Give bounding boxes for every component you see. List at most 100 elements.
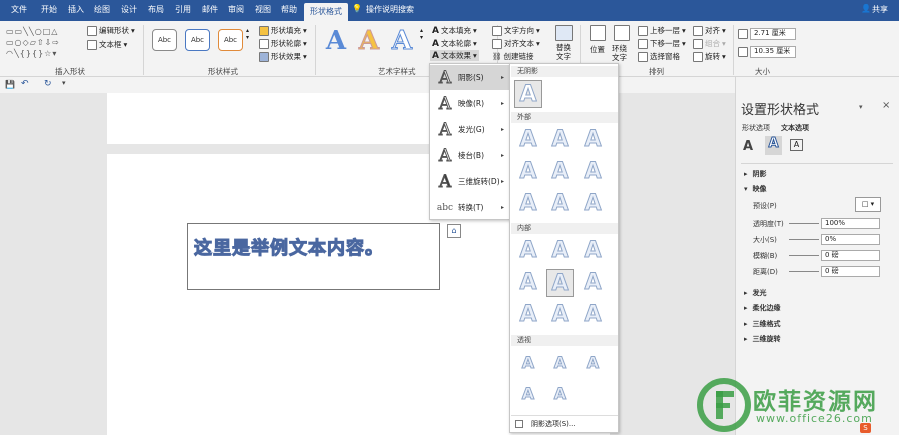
shape-style-2[interactable]: Abc — [185, 29, 210, 51]
section-reflection[interactable]: ▾ 映像 — [744, 184, 767, 194]
wordart-style-2[interactable]: A — [355, 26, 383, 57]
menu-item-3d-rotation[interactable]: A 三维旋转(D) ▸ — [430, 169, 509, 194]
redo-icon[interactable]: ↻ — [44, 79, 52, 89]
layout-options-icon[interactable]: ⌂ — [447, 224, 461, 238]
shadow-outer-option[interactable]: A — [514, 158, 542, 186]
tab-review[interactable]: 审阅 — [228, 4, 244, 15]
position-button[interactable]: 位置 — [590, 44, 605, 55]
rotate-button[interactable]: 旋转 ▾ — [693, 51, 726, 62]
group-button[interactable]: 组合 ▾ — [693, 38, 726, 49]
text-effects-icon[interactable]: A — [765, 136, 782, 155]
shadow-outer-option[interactable]: A — [546, 158, 574, 186]
tell-me-search[interactable]: 操作说明搜索 — [366, 4, 414, 15]
shadow-outer-option[interactable]: A — [546, 190, 574, 218]
shadow-inner-option[interactable]: A — [579, 237, 607, 265]
wordart-style-3[interactable]: A — [388, 26, 416, 57]
shape-style-3[interactable]: Abc — [218, 29, 243, 51]
tab-help[interactable]: 帮助 — [281, 4, 297, 15]
shadow-outer-option[interactable]: A — [546, 126, 574, 154]
text-direction-button[interactable]: 文字方向 ▾ — [492, 25, 540, 36]
share-button[interactable]: 共享 — [872, 4, 888, 15]
size-slider[interactable] — [789, 239, 819, 240]
size-input[interactable]: 0% — [821, 234, 880, 245]
edit-shape-button[interactable]: 编辑形状 ▾ — [87, 25, 135, 36]
shadow-inner-option[interactable]: A — [546, 301, 574, 329]
create-link-button[interactable]: ⛓ 创建链接 — [492, 51, 534, 62]
shadow-inner-option[interactable]: A — [514, 301, 542, 329]
shadow-perspective-option[interactable]: A — [514, 349, 542, 377]
tab-insert[interactable]: 插入 — [68, 4, 84, 15]
section-3d-format[interactable]: ▸ 三维格式 — [744, 319, 781, 329]
tab-design[interactable]: 设计 — [121, 4, 137, 15]
undo-icon[interactable]: ↶ — [21, 79, 29, 89]
ime-icon[interactable]: S — [860, 423, 871, 433]
alt-text-button[interactable]: 替换文字 — [556, 43, 574, 61]
shadow-outer-option[interactable]: A — [579, 158, 607, 186]
text-fill-outline-icon[interactable]: A — [743, 139, 753, 154]
menu-item-transform[interactable]: abc 转换(T) ▸ — [430, 195, 509, 220]
tab-draw[interactable]: 绘图 — [94, 4, 110, 15]
selection-pane-button[interactable]: 选择窗格 — [638, 51, 680, 62]
tab-file[interactable]: 文件 — [11, 4, 27, 15]
distance-slider[interactable] — [789, 271, 819, 272]
height-input[interactable]: 2.71 厘米 — [750, 28, 796, 40]
width-input[interactable]: 10.35 厘米 — [750, 46, 796, 58]
pane-options-dropdown-icon[interactable]: ▾ — [859, 103, 863, 111]
shadow-outer-option[interactable]: A — [579, 126, 607, 154]
bring-forward-button[interactable]: 上移一层 ▾ — [638, 25, 686, 36]
textbox-layout-icon[interactable]: A — [790, 139, 803, 151]
shape-outline-button[interactable]: 形状轮廓 ▾ — [259, 38, 307, 49]
text-effects-button[interactable]: A 文本效果 ▾ — [430, 50, 479, 61]
textbox-button[interactable]: 文本框 ▾ — [87, 39, 127, 50]
sample-text[interactable]: 这里是举例文本内容。 — [194, 234, 384, 260]
tab-references[interactable]: 引用 — [175, 4, 191, 15]
section-3d-rotation[interactable]: ▸ 三维旋转 — [744, 334, 781, 344]
shadow-inner-option[interactable]: A — [579, 301, 607, 329]
menu-item-reflection[interactable]: A 映像(R) ▸ — [430, 91, 509, 116]
shape-effects-button[interactable]: 形状效果 ▾ — [259, 51, 307, 62]
section-soft-edges[interactable]: ▸ 柔化边缘 — [744, 303, 781, 313]
tab-layout[interactable]: 布局 — [148, 4, 164, 15]
text-box-shape[interactable]: 这里是举例文本内容。 — [187, 223, 440, 290]
tab-shape-options[interactable]: 形状选项 — [742, 123, 770, 133]
shadow-inner-option[interactable]: A — [546, 237, 574, 265]
blur-input[interactable]: 0 磅 — [821, 250, 880, 261]
tab-mailings[interactable]: 邮件 — [202, 4, 218, 15]
align-button[interactable]: 对齐 ▾ — [693, 25, 726, 36]
shadow-inner-option[interactable]: A — [546, 269, 574, 297]
style-scroll-icon[interactable]: ▴ ▾ — [246, 27, 249, 41]
customize-qat-icon[interactable]: ▾ — [62, 79, 66, 87]
close-icon[interactable]: × — [882, 100, 890, 111]
shadow-outer-option[interactable]: A — [579, 190, 607, 218]
shadow-inner-option[interactable]: A — [514, 237, 542, 265]
tab-shape-format[interactable]: 形状格式 — [304, 3, 348, 21]
distance-input[interactable]: 0 磅 — [821, 266, 880, 277]
shadow-perspective-option[interactable]: A — [546, 380, 574, 408]
blur-slider[interactable] — [789, 255, 819, 256]
tab-home[interactable]: 开始 — [41, 4, 57, 15]
shadow-options-link[interactable]: 阴影选项(S)... — [511, 415, 618, 431]
transparency-slider[interactable] — [789, 223, 819, 224]
send-backward-button[interactable]: 下移一层 ▾ — [638, 38, 686, 49]
menu-item-bevel[interactable]: A 棱台(B) ▸ — [430, 143, 509, 168]
preset-dropdown[interactable]: □ ▾ — [855, 197, 881, 212]
shape-fill-button[interactable]: 形状填充 ▾ — [259, 25, 307, 36]
shadow-perspective-option[interactable]: A — [579, 349, 607, 377]
menu-item-shadow[interactable]: A 阴影(S) ▸ — [430, 65, 509, 90]
wordart-style-1[interactable]: A — [322, 26, 350, 56]
section-glow[interactable]: ▸ 发光 — [744, 288, 767, 298]
text-outline-button[interactable]: A 文本轮廓 ▾ — [432, 38, 477, 49]
shapes-gallery[interactable]: ▭▭╲╲○□△ ▭○◇▱⇧⇩⇨ ◠╲{}{}☆▾ — [6, 26, 82, 60]
wrap-text-button[interactable]: 环绕文字 — [612, 44, 634, 62]
shadow-perspective-option[interactable]: A — [546, 349, 574, 377]
save-icon[interactable]: 💾 — [5, 80, 15, 89]
align-text-button[interactable]: 对齐文本 ▾ — [492, 38, 540, 49]
transparency-input[interactable]: 100% — [821, 218, 880, 229]
wordart-scroll-icon[interactable]: ▴ ▾ — [420, 27, 423, 41]
shadow-inner-option[interactable]: A — [579, 269, 607, 297]
shadow-none-option[interactable]: A — [514, 80, 542, 108]
shape-style-1[interactable]: Abc — [152, 29, 177, 51]
tab-text-options[interactable]: 文本选项 — [781, 123, 809, 133]
shadow-outer-option[interactable]: A — [514, 190, 542, 218]
section-shadow[interactable]: ▸ 阴影 — [744, 169, 767, 179]
